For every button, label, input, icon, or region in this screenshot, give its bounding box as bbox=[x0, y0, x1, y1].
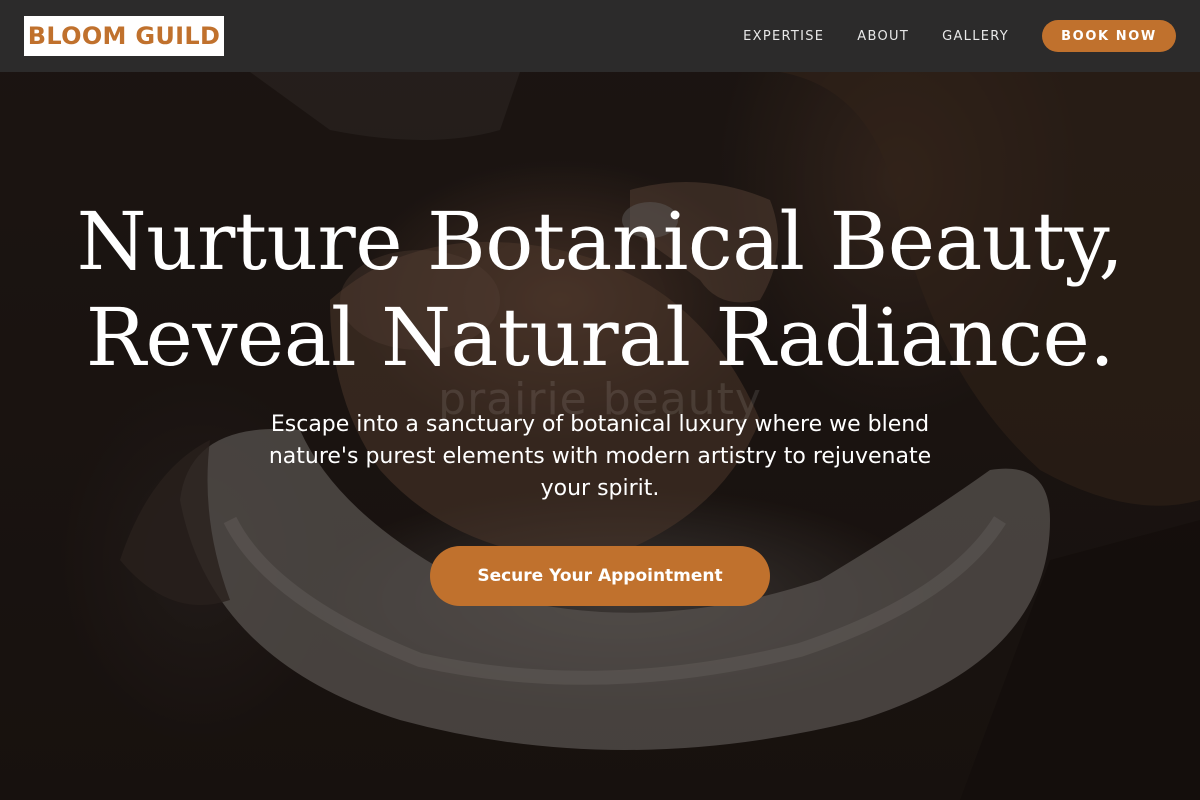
secure-appointment-button[interactable]: Secure Your Appointment bbox=[430, 546, 770, 606]
nav-link-expertise[interactable]: EXPERTISE bbox=[743, 29, 824, 44]
logo[interactable]: BLOOM GUILD bbox=[24, 16, 224, 56]
hero-subtitle: Escape into a sanctuary of botanical lux… bbox=[268, 412, 932, 501]
book-now-button[interactable]: BOOK NOW bbox=[1042, 20, 1176, 52]
main-nav: EXPERTISE ABOUT GALLERY BOOK NOW bbox=[743, 0, 1176, 72]
site-header: BLOOM GUILD EXPERTISE ABOUT GALLERY BOOK… bbox=[0, 0, 1200, 72]
nav-link-about[interactable]: ABOUT bbox=[857, 29, 909, 44]
nav-link-gallery[interactable]: GALLERY bbox=[942, 29, 1009, 44]
hero-title: Nurture Botanical Beauty, Reveal Natural… bbox=[0, 194, 1200, 386]
hero-title-line-2: Reveal Natural Radiance. bbox=[85, 291, 1115, 384]
hero-title-line-1: Nurture Botanical Beauty, bbox=[76, 195, 1124, 288]
